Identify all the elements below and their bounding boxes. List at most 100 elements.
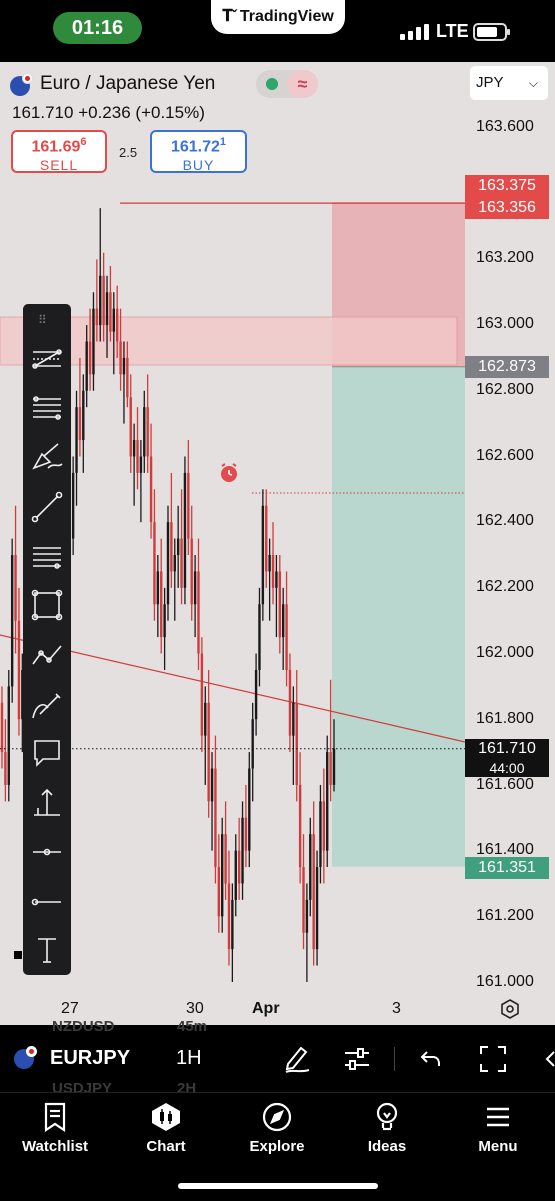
candle-body [214,768,217,868]
drag-handle-icon[interactable]: ⠿ [38,313,48,327]
rectangle-tool[interactable] [23,583,71,627]
candle-body [75,407,78,473]
y-tick: 162.000 [476,644,534,661]
candle-body [248,768,251,851]
candle-body [0,702,4,753]
y-tick: 161.200 [476,907,534,924]
more-chevron-icon[interactable] [545,1050,555,1068]
measure-tool[interactable] [23,781,71,825]
candle-body [217,867,221,917]
candle-body [112,308,115,332]
market-open-icon [266,78,278,90]
tab-menu[interactable]: Menu [448,1098,548,1155]
candle-body [193,571,197,605]
undo-icon[interactable] [419,1048,443,1070]
sell-button[interactable]: 161.696 SELL [11,130,107,173]
curve-brush-icon [32,693,61,719]
candle-body [115,308,119,342]
stop-price-label: 163.356 [465,197,549,219]
candle-body [105,292,109,326]
candle-body [261,505,265,605]
tab-explore[interactable]: Explore [227,1098,327,1155]
tab-watchlist[interactable]: Watchlist [5,1098,105,1155]
sell-label: SELL [39,157,79,174]
y-tick: 161.600 [476,776,534,793]
candle-body [278,571,281,638]
symbol-title[interactable]: Euro / Japanese Yen [40,73,215,95]
horizontal-lines-tool[interactable] [23,535,71,579]
path-icon [32,645,62,665]
candle-body [183,472,187,588]
curve-brush-tool[interactable] [23,683,71,727]
alarm-clock-icon[interactable] [219,463,239,483]
trend-angle-tool[interactable] [23,337,71,381]
tradingview-badge[interactable]: 𝐓ˇ TradingView [211,0,345,34]
candle-body [156,571,160,605]
buy-label: BUY [182,157,215,174]
candle-body [139,456,143,473]
candle-body [160,571,163,638]
currency-select[interactable]: JPY ⌵ [470,66,548,100]
x-tick: 27 [61,1000,79,1017]
battery-icon [473,23,510,41]
candle-body [7,686,10,785]
fullscreen-icon[interactable] [479,1045,507,1073]
brush-tool[interactable] [23,435,71,479]
text-icon [38,938,56,963]
text-tool[interactable] [23,928,71,972]
lightbulb-icon [376,1102,398,1131]
clock: 01:16 [53,12,142,44]
candle-body [271,555,275,588]
candle-body [268,555,271,572]
candle-body [258,604,261,670]
interval-picker[interactable]: 1H [176,1047,202,1070]
candle-body [4,752,7,785]
candle-body [126,357,129,398]
candle-body [88,341,92,375]
candle-body [132,440,136,457]
rectangle-icon [31,589,63,621]
signal-icon [400,24,429,40]
candle-body [173,555,176,572]
bookmark-icon [44,1102,66,1132]
candle-body [129,397,132,457]
draw-pen-icon[interactable] [283,1044,311,1074]
candle-body [78,407,82,441]
path-tool[interactable] [23,633,71,677]
candle-body [170,522,173,572]
candle-body [244,817,248,851]
symbol-picker[interactable]: EURJPY [50,1047,130,1070]
tab-chart[interactable]: Chart [116,1098,216,1155]
fib-retracement-tool[interactable] [23,385,71,429]
tab-ideas[interactable]: Ideas [337,1098,437,1155]
spread-value: 2.5 [119,145,138,160]
candle-body [187,472,190,539]
candle-body [305,899,309,933]
candle-body [315,867,319,950]
indicators-icon[interactable] [343,1046,371,1072]
trend-line-tool[interactable] [23,485,71,529]
candle-body [166,522,170,605]
toolbar-collapse-icon[interactable] [14,951,22,959]
horizontal-line-tool[interactable] [23,830,71,874]
candle-body [14,555,17,621]
candle-body [319,801,322,868]
candle-body [312,834,315,950]
currency-value: JPY [476,74,504,91]
candle-body [265,505,268,572]
candle-body [281,604,285,638]
y-tick: 162.600 [476,447,534,464]
candle-body [153,522,156,605]
callout-tool[interactable] [23,731,71,775]
x-tick: 3 [392,1000,401,1017]
fib-retracement-icon [33,396,61,420]
bar-countdown-label: 44:00 [465,759,549,777]
chart-settings-icon[interactable] [499,998,521,1020]
candle-body [204,702,207,736]
candle-body [332,748,336,785]
buy-button[interactable]: 161.721 BUY [150,130,247,173]
candle-body [149,456,153,523]
ray-tool[interactable] [23,880,71,924]
candle-body [298,784,302,868]
approx-icon[interactable]: ≈ [287,70,318,98]
